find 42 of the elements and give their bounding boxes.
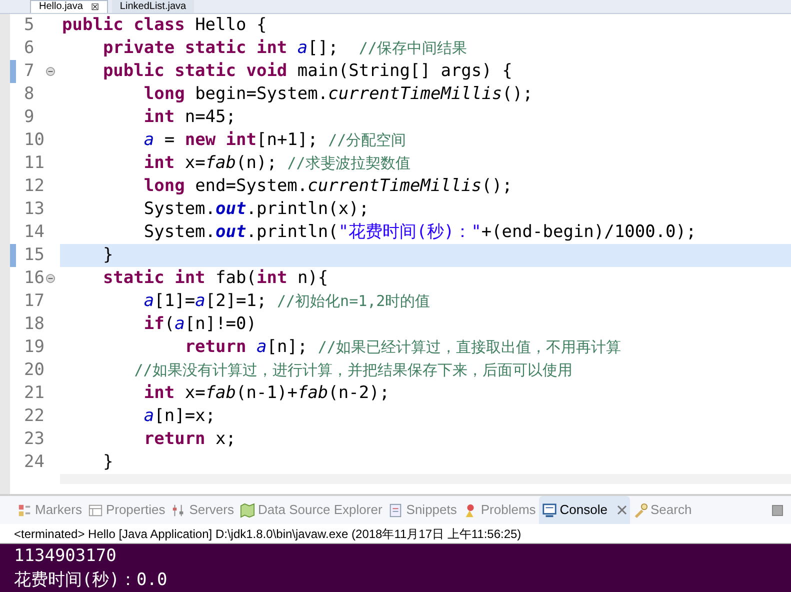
- line-number: 23: [23, 428, 46, 451]
- console-line: 1134903170: [14, 545, 118, 568]
- marker-list-icon: [17, 502, 32, 518]
- line-number: 5: [23, 14, 36, 37]
- console-line: 花费时间(秒)：0.0: [14, 569, 168, 592]
- line-number: 24: [23, 450, 46, 474]
- line-number: 21: [23, 382, 46, 405]
- line-number: 15: [23, 244, 46, 267]
- document-icon: [388, 502, 404, 518]
- line-number: 7: [23, 60, 36, 83]
- line-number: 18: [23, 312, 46, 336]
- panel-tab[interactable]: Servers: [168, 496, 237, 524]
- line-number: 22: [23, 404, 46, 428]
- flashlight-icon: [632, 502, 648, 518]
- line-number: 12: [23, 174, 46, 198]
- map-icon: [240, 502, 255, 518]
- line-number: 20: [23, 358, 46, 382]
- collapse-icon[interactable]: [46, 67, 55, 76]
- minimize-icon[interactable]: [772, 504, 783, 516]
- editor-tab[interactable]: Hello.java ☒: [30, 0, 108, 13]
- line-number: 16: [23, 266, 46, 290]
- table-icon: [88, 502, 103, 518]
- line-number: 14: [23, 220, 46, 244]
- line-number: 6: [23, 36, 36, 60]
- line-number: 8: [23, 82, 36, 106]
- collapse-icon[interactable]: [46, 274, 55, 283]
- close-icon[interactable]: [616, 505, 626, 515]
- line-number: 10: [23, 128, 46, 152]
- panel-tab[interactable]: Search: [630, 496, 695, 524]
- panel-tab[interactable]: Console: [538, 496, 630, 524]
- line-number: 13: [23, 198, 46, 221]
- panel-tab[interactable]: Snippets: [385, 496, 460, 524]
- panel-tab[interactable]: Markers: [14, 496, 85, 524]
- panel-tab[interactable]: Properties: [84, 496, 168, 524]
- line-number: 19: [23, 336, 46, 359]
- editor-tab[interactable]: LinkedList.java: [112, 0, 194, 13]
- line-number: 11: [23, 152, 46, 175]
- panel-tab[interactable]: Problems: [460, 496, 539, 524]
- monitor-icon: [542, 502, 557, 518]
- panel-tab[interactable]: Data Source Explorer: [237, 496, 386, 524]
- line-number: 9: [23, 106, 36, 129]
- line-number: 17: [23, 290, 46, 313]
